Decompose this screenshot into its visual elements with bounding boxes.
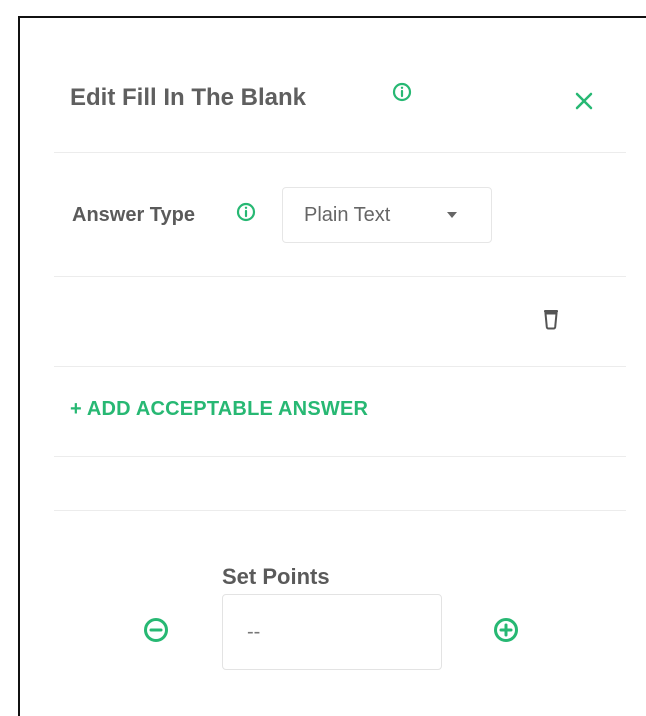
minus-circle-icon [144, 618, 168, 642]
answer-type-selected-value: Plain Text [304, 204, 391, 226]
add-answer-divider [54, 456, 626, 457]
answer-type-select[interactable]: Plain Text [282, 187, 492, 243]
info-icon[interactable] [236, 202, 256, 227]
decrement-points-button[interactable] [142, 616, 170, 644]
edit-fill-in-blank-dialog: Edit Fill In The Blank Answer Type Plain… [18, 16, 646, 716]
trash-icon [544, 310, 558, 330]
points-input[interactable] [222, 594, 442, 670]
header-divider [54, 152, 626, 153]
answer-type-divider [54, 276, 626, 277]
dialog-title: Edit Fill In The Blank [70, 84, 307, 111]
answer-type-label: Answer Type [72, 204, 195, 226]
plus-circle-icon [494, 618, 518, 642]
chevron-down-icon [447, 212, 457, 218]
dialog-header: Edit Fill In The Blank [20, 18, 646, 156]
answer-divider [54, 366, 626, 367]
close-icon [575, 92, 593, 110]
info-icon[interactable] [392, 82, 412, 107]
points-divider [54, 510, 626, 511]
set-points-label: Set Points [222, 564, 330, 589]
close-button[interactable] [571, 88, 597, 114]
delete-answer-button[interactable] [542, 308, 560, 330]
add-acceptable-answer-button[interactable]: + ADD ACCEPTABLE ANSWER [70, 398, 368, 421]
increment-points-button[interactable] [492, 616, 520, 644]
